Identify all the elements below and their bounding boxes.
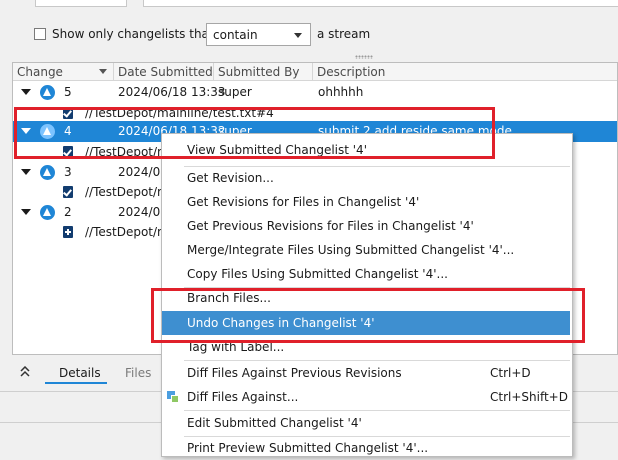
menu-item-label: Edit Submitted Changelist '4' xyxy=(187,416,362,430)
menu-item-label: Merge/Integrate Files Using Submitted Ch… xyxy=(187,243,515,257)
column-header-label: Submitted By xyxy=(218,65,300,79)
filter-field-left[interactable] xyxy=(35,0,127,7)
sort-down-icon xyxy=(99,69,107,74)
column-header-label: Description xyxy=(317,65,386,79)
changelist-icon xyxy=(40,205,55,220)
file-path: //TestDepot/m xyxy=(85,225,169,239)
changelist-icon xyxy=(40,85,55,100)
menu-item-diff-previous[interactable]: Diff Files Against Previous Revisions Ct… xyxy=(162,361,572,385)
annotation-box xyxy=(14,107,495,159)
menu-item-label: Diff Files Against Previous Revisions xyxy=(187,366,402,380)
expand-arrow-icon[interactable] xyxy=(21,209,31,215)
tab-files[interactable]: Files xyxy=(125,366,151,380)
table-header: Change Date Submitted Submitted By Descr… xyxy=(13,63,617,81)
menu-item-label: Get Previous Revisions for Files in Chan… xyxy=(187,219,474,233)
column-header-date[interactable]: Date Submitted xyxy=(114,63,214,81)
menu-item-label: Get Revision... xyxy=(187,171,274,185)
description: ohhhhh xyxy=(318,85,364,99)
stream-label: a stream xyxy=(317,27,371,41)
menu-item-get-revision[interactable]: Get Revision... xyxy=(162,166,572,190)
menu-item-get-previous-revisions[interactable]: Get Previous Revisions for Files in Chan… xyxy=(162,214,572,238)
show-only-label: Show only changelists that xyxy=(52,27,214,41)
chevron-down-icon xyxy=(294,33,302,38)
menu-item-label: Print Preview Submitted Changelist '4'..… xyxy=(187,441,429,455)
change-number: 3 xyxy=(64,165,72,179)
menu-item-merge-integrate[interactable]: Merge/Integrate Files Using Submitted Ch… xyxy=(162,238,572,262)
table-row[interactable]: 5 2024/06/18 13:33 super ohhhhh xyxy=(13,82,617,103)
menu-item-shortcut: Ctrl+Shift+D xyxy=(490,390,568,404)
tab-details[interactable]: Details xyxy=(59,366,101,380)
file-path: //TestDepot/m xyxy=(85,185,169,199)
changelist-icon xyxy=(40,165,55,180)
menu-item-label: Get Revisions for Files in Changelist '4… xyxy=(187,195,420,209)
column-header-change[interactable]: Change xyxy=(13,63,114,81)
edit-file-icon xyxy=(63,186,73,198)
menu-item-print-preview[interactable]: Print Preview Submitted Changelist '4'..… xyxy=(162,436,572,460)
expand-arrow-icon[interactable] xyxy=(21,169,31,175)
splitter-grip[interactable] xyxy=(355,55,373,59)
menu-item-label: Copy Files Using Submitted Changelist '4… xyxy=(187,267,448,281)
menu-item-get-revisions-for-files[interactable]: Get Revisions for Files in Changelist '4… xyxy=(162,190,572,214)
show-only-checkbox[interactable] xyxy=(34,28,46,40)
diff-icon xyxy=(167,391,179,403)
filter-field-right[interactable] xyxy=(143,0,618,7)
submitted-by: super xyxy=(218,85,252,99)
expand-arrow-icon[interactable] xyxy=(21,89,31,95)
collapse-up-icon[interactable] xyxy=(20,366,30,378)
date-submitted: 2024/06/18 13:33 xyxy=(118,85,226,99)
change-number: 2 xyxy=(64,205,72,219)
menu-item-label: Diff Files Against... xyxy=(187,390,299,404)
menu-item-copy-files[interactable]: Copy Files Using Submitted Changelist '4… xyxy=(162,262,572,286)
menu-item-edit-changelist[interactable]: Edit Submitted Changelist '4' xyxy=(162,411,572,435)
column-header-label: Change xyxy=(17,65,63,79)
column-header-user[interactable]: Submitted By xyxy=(214,63,313,81)
column-header-description[interactable]: Description xyxy=(313,63,617,81)
annotation-box xyxy=(151,288,585,343)
menu-item-diff-against[interactable]: Diff Files Against... Ctrl+Shift+D xyxy=(162,385,572,409)
column-header-label: Date Submitted xyxy=(118,65,213,79)
active-tab-indicator xyxy=(45,382,107,384)
operator-select[interactable]: contain xyxy=(206,23,311,46)
operator-value: contain xyxy=(213,28,258,42)
add-file-icon xyxy=(63,226,73,238)
change-number: 5 xyxy=(64,85,72,99)
menu-item-shortcut: Ctrl+D xyxy=(490,366,531,380)
